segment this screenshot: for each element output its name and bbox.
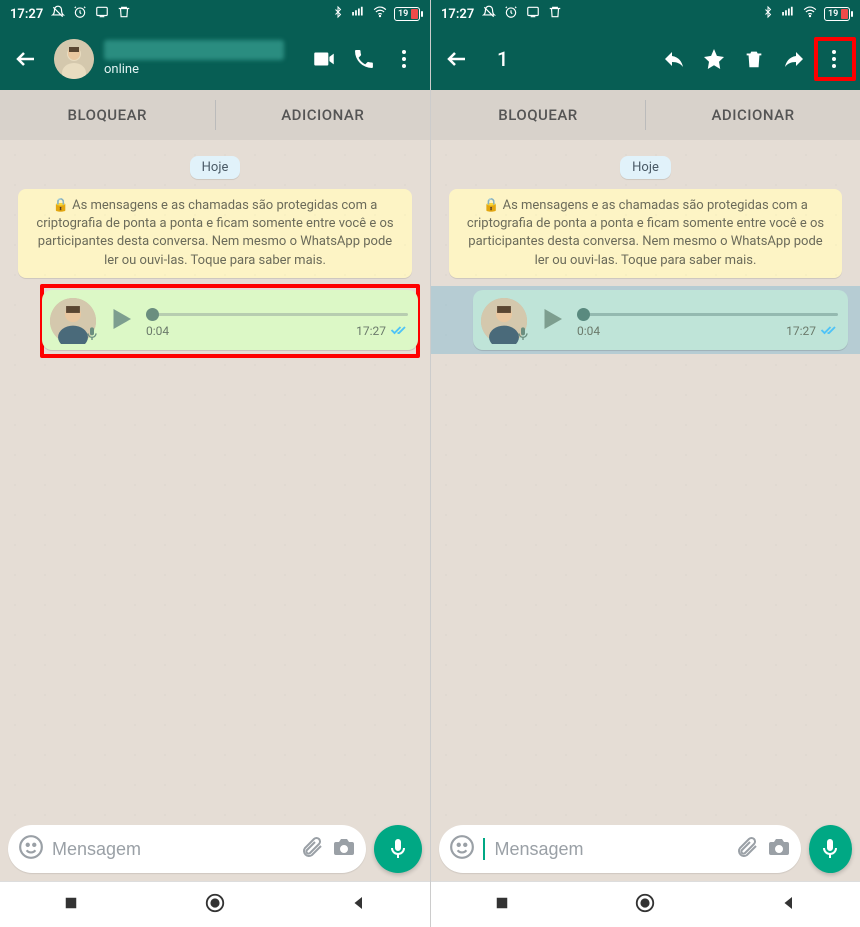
mic-icon xyxy=(515,326,531,346)
battery-icon: 19 xyxy=(394,7,420,21)
selection-appbar: 1 xyxy=(431,28,860,90)
nav-home[interactable] xyxy=(634,892,656,918)
encryption-notice[interactable]: 🔒 As mensagens e as chamadas são protegi… xyxy=(18,189,412,278)
nav-recents[interactable] xyxy=(62,894,80,916)
voice-record-button[interactable] xyxy=(374,825,422,873)
play-button[interactable] xyxy=(106,304,136,338)
selection-count: 1 xyxy=(485,47,646,71)
input-bar xyxy=(431,817,860,881)
system-nav xyxy=(431,881,860,927)
input-bar xyxy=(0,817,430,881)
reply-button[interactable] xyxy=(656,41,692,77)
nav-recents[interactable] xyxy=(493,894,511,916)
tutorial-highlight xyxy=(814,37,856,81)
bluetooth-icon xyxy=(762,5,774,23)
camera-icon[interactable] xyxy=(767,835,791,863)
delete-icon xyxy=(117,5,131,23)
date-chip: Hoje xyxy=(620,156,671,179)
voice-progress[interactable] xyxy=(577,313,838,316)
attach-icon[interactable] xyxy=(300,835,324,863)
signal-icon xyxy=(350,5,366,23)
alarm-icon xyxy=(504,5,518,23)
chat-area: Hoje 🔒 As mensagens e as chamadas são pr… xyxy=(431,140,860,817)
voice-message[interactable]: 0:04 17:27 xyxy=(473,290,848,350)
wifi-icon xyxy=(372,5,388,23)
block-button[interactable]: BLOQUEAR xyxy=(431,90,645,140)
back-button[interactable] xyxy=(439,41,475,77)
notif-mute-icon xyxy=(482,5,496,23)
wifi-icon xyxy=(802,5,818,23)
message-input-pill[interactable] xyxy=(8,825,366,873)
emoji-icon[interactable] xyxy=(18,834,44,864)
contact-name xyxy=(104,40,284,60)
notif-mute-icon xyxy=(51,5,65,23)
block-add-bar: BLOQUEAR ADICIONAR xyxy=(0,90,430,140)
status-time: 17:27 xyxy=(10,7,43,22)
voice-time: 17:27 xyxy=(786,324,816,338)
more-menu-button[interactable] xyxy=(386,41,422,77)
voice-sender-avatar xyxy=(481,298,527,344)
delete-button[interactable] xyxy=(736,41,772,77)
nav-back[interactable] xyxy=(350,894,368,916)
bluetooth-icon xyxy=(332,5,344,23)
voice-message[interactable]: 0:04 17:27 xyxy=(42,290,418,350)
voice-sender-avatar xyxy=(50,298,96,344)
voice-duration: 0:04 xyxy=(577,324,600,339)
video-call-button[interactable] xyxy=(306,41,342,77)
nav-home[interactable] xyxy=(204,892,226,918)
play-button[interactable] xyxy=(537,304,567,338)
contact-status: online xyxy=(104,62,296,78)
more-menu-button[interactable] xyxy=(816,41,852,77)
status-time: 17:27 xyxy=(441,7,474,22)
voice-time: 17:27 xyxy=(356,324,386,338)
battery-icon: 19 xyxy=(824,7,850,21)
screen-icon xyxy=(95,5,109,23)
message-input-pill[interactable] xyxy=(439,825,801,873)
encryption-notice[interactable]: 🔒 As mensagens e as chamadas são protegi… xyxy=(449,189,842,278)
voice-progress[interactable] xyxy=(146,313,408,316)
delete-icon xyxy=(548,5,562,23)
back-button[interactable] xyxy=(8,41,44,77)
add-button[interactable]: ADICIONAR xyxy=(646,90,860,140)
voice-call-button[interactable] xyxy=(346,41,382,77)
chat-area: Hoje 🔒 As mensagens e as chamadas são pr… xyxy=(0,140,430,817)
add-button[interactable]: ADICIONAR xyxy=(216,90,431,140)
screen-icon xyxy=(526,5,540,23)
text-cursor xyxy=(483,838,485,860)
block-button[interactable]: BLOQUEAR xyxy=(0,90,215,140)
contact-info[interactable]: online xyxy=(104,40,296,78)
read-checks-icon xyxy=(820,324,838,339)
attach-icon[interactable] xyxy=(735,835,759,863)
chat-appbar: online xyxy=(0,28,430,90)
signal-icon xyxy=(780,5,796,23)
voice-record-button[interactable] xyxy=(809,825,853,873)
block-add-bar: BLOQUEAR ADICIONAR xyxy=(431,90,860,140)
date-chip: Hoje xyxy=(190,156,241,179)
message-input[interactable] xyxy=(495,839,727,860)
nav-back[interactable] xyxy=(780,894,798,916)
camera-icon[interactable] xyxy=(332,835,356,863)
emoji-icon[interactable] xyxy=(449,834,475,864)
read-checks-icon xyxy=(390,324,408,339)
system-nav xyxy=(0,881,430,927)
status-bar: 17:27 19 xyxy=(0,0,430,28)
voice-duration: 0:04 xyxy=(146,324,169,339)
contact-avatar[interactable] xyxy=(54,39,94,79)
alarm-icon xyxy=(73,5,87,23)
mic-icon xyxy=(84,326,100,346)
forward-button[interactable] xyxy=(776,41,812,77)
star-button[interactable] xyxy=(696,41,732,77)
status-bar: 17:27 19 xyxy=(431,0,860,28)
message-input[interactable] xyxy=(52,839,292,860)
